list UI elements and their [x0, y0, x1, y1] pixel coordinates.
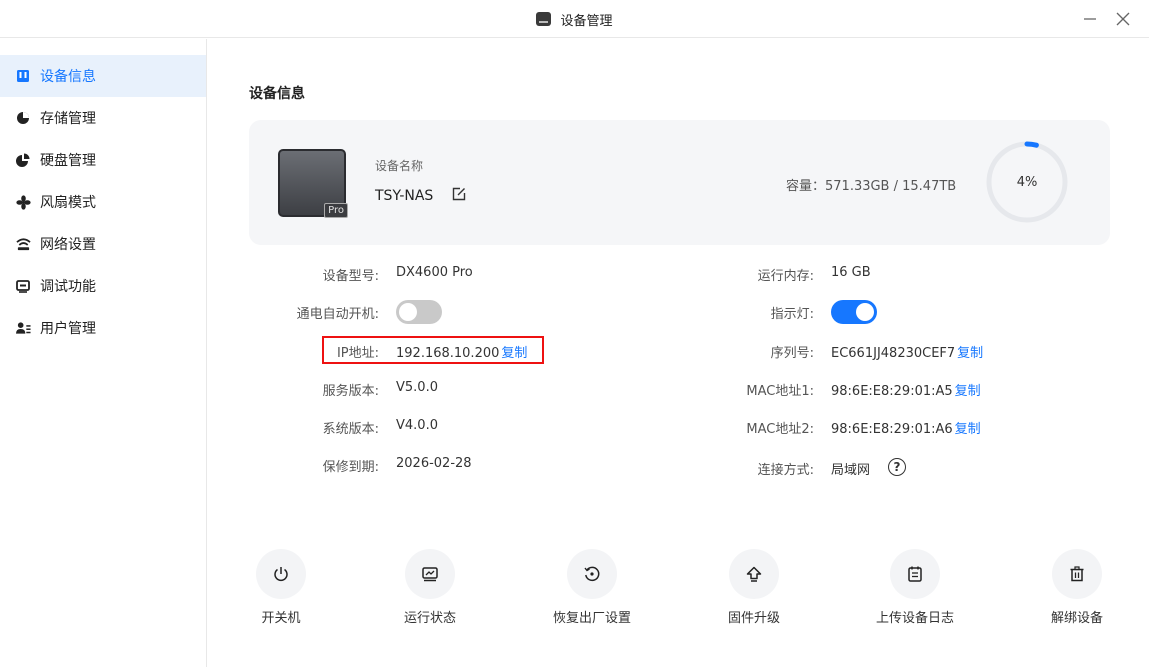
disk-pie-icon: [15, 152, 31, 168]
ip-label: IP地址:: [336, 346, 379, 361]
device-image: Pro: [278, 149, 348, 218]
minimize-icon: [1084, 18, 1096, 20]
edit-icon[interactable]: [451, 186, 467, 202]
usage-percent: 4%: [1016, 174, 1038, 190]
sidebar-item-users[interactable]: 用户管理: [0, 307, 206, 349]
mac2-row: 98:6E:E8:29:01:A6 复制: [831, 418, 981, 437]
copy-mac1-button[interactable]: 复制: [955, 384, 981, 399]
users-icon: [15, 320, 31, 336]
system-version-value: V4.0.0: [396, 418, 438, 433]
sidebar-item-network[interactable]: 网络设置: [0, 223, 206, 265]
capacity-text: 容量：571.33GB / 15.47TB: [786, 179, 957, 194]
mac1-label: MAC地址1:: [746, 384, 814, 399]
sidebar-item-fan[interactable]: 风扇模式: [0, 181, 206, 223]
main-panel: 设备信息 Pro 设备名称 TSY-NAS 容量：571.33GB / 15.4…: [207, 39, 1149, 667]
monitor-icon: [405, 549, 455, 599]
factory-reset-action[interactable]: 恢复出厂设置: [542, 549, 642, 629]
device-name-label: 设备名称: [375, 159, 424, 173]
window-title: 设备管理: [0, 0, 1149, 38]
mac1-value: 98:6E:E8:29:01:A5: [831, 384, 953, 399]
copy-serial-button[interactable]: 复制: [957, 346, 983, 361]
action-label: 固件升级: [727, 611, 780, 626]
ip-row: 192.168.10.200 复制: [396, 342, 527, 361]
connection-label: 连接方式:: [757, 463, 814, 478]
power-action[interactable]: 开关机: [231, 549, 331, 629]
sidebar-item-label: 硬盘管理: [40, 153, 96, 169]
upload-log-action[interactable]: 上传设备日志: [865, 549, 965, 629]
sidebar-item-label: 网络设置: [40, 237, 96, 253]
unbind-device-action[interactable]: 解绑设备: [1027, 549, 1127, 629]
indicator-toggle[interactable]: [831, 300, 877, 324]
memory-value: 16 GB: [831, 265, 871, 280]
sidebar-item-storage[interactable]: 存储管理: [0, 97, 206, 139]
upgrade-icon: [729, 549, 779, 599]
sidebar-item-label: 存储管理: [40, 111, 96, 127]
trash-icon: [1052, 549, 1102, 599]
sidebar-item-label: 风扇模式: [40, 195, 96, 211]
autopower-label: 通电自动开机:: [296, 307, 379, 322]
device-card: Pro 设备名称 TSY-NAS 容量：571.33GB / 15.47TB 4…: [249, 120, 1110, 245]
help-icon[interactable]: ?: [888, 458, 906, 476]
app-icon: [536, 12, 552, 26]
minimize-button[interactable]: [1079, 8, 1101, 30]
close-button[interactable]: [1112, 8, 1134, 30]
model-value: DX4600 Pro: [396, 265, 473, 280]
device-info-icon: [15, 68, 31, 84]
window-title-text: 设备管理: [560, 13, 613, 29]
action-label: 运行状态: [403, 611, 456, 626]
section-title: 设备信息: [249, 86, 305, 102]
warranty-value: 2026-02-28: [396, 456, 472, 471]
restore-icon: [567, 549, 617, 599]
serial-value: EC661JJ48230CEF7: [831, 346, 956, 361]
ip-value: 192.168.10.200: [396, 346, 500, 361]
storage-pie-icon: [15, 110, 31, 126]
close-icon: [1116, 12, 1130, 26]
sidebar-item-label: 设备信息: [40, 69, 96, 85]
system-version-label: 系统版本:: [322, 422, 379, 437]
mac1-row: 98:6E:E8:29:01:A5 复制: [831, 380, 981, 399]
mac2-value: 98:6E:E8:29:01:A6: [831, 422, 953, 437]
debug-icon: [15, 278, 31, 294]
copy-ip-button[interactable]: 复制: [501, 346, 527, 361]
sidebar-item-label: 调试功能: [40, 279, 96, 295]
copy-mac2-button[interactable]: 复制: [955, 422, 981, 437]
action-label: 恢复出厂设置: [552, 611, 631, 626]
fan-icon: [15, 194, 31, 210]
toggle-knob: [399, 303, 417, 321]
indicator-label: 指示灯:: [770, 307, 814, 322]
status-action[interactable]: 运行状态: [380, 549, 480, 629]
action-label: 解绑设备: [1050, 611, 1103, 626]
mac2-label: MAC地址2:: [746, 422, 814, 437]
firmware-upgrade-action[interactable]: 固件升级: [704, 549, 804, 629]
sidebar-item-disk[interactable]: 硬盘管理: [0, 139, 206, 181]
autopower-toggle[interactable]: [396, 300, 442, 324]
model-label: 设备型号:: [322, 269, 379, 284]
toggle-knob: [856, 303, 874, 321]
power-icon: [256, 549, 306, 599]
wifi-icon: [15, 236, 31, 252]
action-label: 上传设备日志: [875, 611, 954, 626]
serial-label: 序列号:: [770, 346, 814, 361]
sidebar-item-debug[interactable]: 调试功能: [0, 265, 206, 307]
log-icon: [890, 549, 940, 599]
action-label: 开关机: [261, 611, 301, 626]
warranty-label: 保修到期:: [322, 460, 379, 475]
device-name: TSY-NAS: [375, 188, 434, 204]
serial-row: EC661JJ48230CEF7 复制: [831, 342, 983, 361]
connection-value: 局域网: [831, 463, 871, 478]
sidebar-item-device-info[interactable]: 设备信息: [0, 55, 206, 97]
memory-label: 运行内存:: [757, 269, 814, 284]
sidebar-item-label: 用户管理: [40, 321, 96, 337]
service-version-label: 服务版本:: [322, 384, 379, 399]
sidebar: 设备信息 存储管理 硬盘管理 风扇模式 网络设置 调试功能 用户管理: [0, 39, 207, 667]
title-bar: 设备管理: [0, 0, 1149, 38]
service-version-value: V5.0.0: [396, 380, 438, 395]
pro-badge: Pro: [324, 203, 348, 218]
